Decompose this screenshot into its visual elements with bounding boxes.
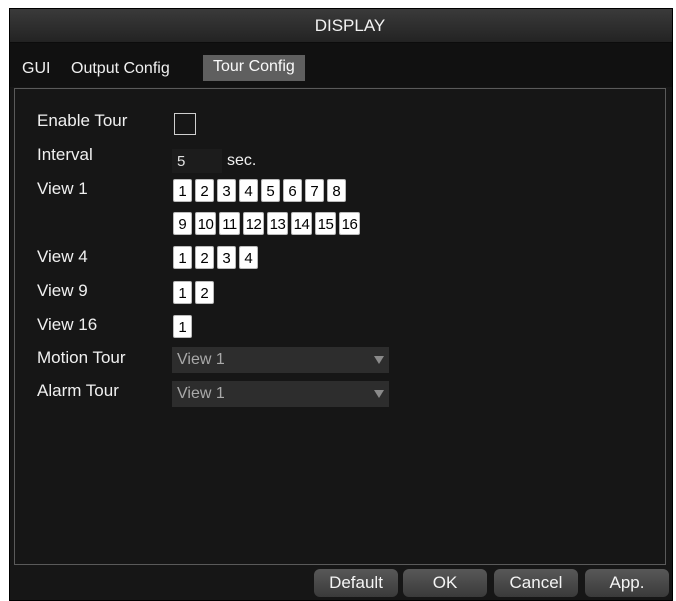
view1-channel-button[interactable]: 14 (291, 212, 312, 235)
alarm-tour-select[interactable]: View 1 (172, 381, 389, 407)
apply-button[interactable]: App. (585, 569, 669, 597)
tab-tour-config[interactable]: Tour Config (203, 55, 305, 81)
view1-channel-button[interactable]: 2 (195, 179, 214, 202)
tab-output-config[interactable]: Output Config (71, 57, 170, 81)
view1-channel-button[interactable]: 7 (305, 179, 324, 202)
interval-input[interactable]: 5 (172, 149, 222, 173)
interval-label: Interval (37, 145, 93, 164)
view1-channel-button[interactable]: 10 (195, 212, 216, 235)
view1-channel-button[interactable]: 8 (327, 179, 346, 202)
alarm-tour-label: Alarm Tour (37, 381, 119, 400)
view1-channel-button[interactable]: 5 (261, 179, 280, 202)
view16-channels: 1 (173, 315, 195, 338)
view1-channels-row2: 9 10 11 12 13 14 15 16 (173, 212, 363, 235)
view4-label: View 4 (37, 247, 88, 266)
view1-channel-button[interactable]: 13 (267, 212, 288, 235)
view4-channel-button[interactable]: 3 (217, 246, 236, 269)
chevron-down-icon (374, 356, 384, 364)
default-button[interactable]: Default (314, 569, 398, 597)
display-window: DISPLAY GUI Output Config Tour Config En… (9, 8, 673, 601)
view1-channel-button[interactable]: 1 (173, 179, 192, 202)
window-titlebar: DISPLAY (10, 9, 672, 43)
view9-channel-button[interactable]: 1 (173, 281, 192, 304)
view9-label: View 9 (37, 281, 88, 300)
view1-channel-button[interactable]: 6 (283, 179, 302, 202)
view4-channel-button[interactable]: 2 (195, 246, 214, 269)
view1-channel-button[interactable]: 4 (239, 179, 258, 202)
view1-label: View 1 (37, 179, 88, 198)
view1-channel-button[interactable]: 16 (339, 212, 360, 235)
view4-channels: 1 2 3 4 (173, 246, 261, 269)
view9-channel-button[interactable]: 2 (195, 281, 214, 304)
view9-channels: 1 2 (173, 281, 217, 304)
window-title: DISPLAY (314, 16, 386, 35)
interval-unit: sec. (227, 152, 257, 169)
view1-channel-button[interactable]: 9 (173, 212, 192, 235)
motion-tour-label: Motion Tour (37, 348, 126, 367)
view1-channel-button[interactable]: 15 (315, 212, 336, 235)
enable-tour-label: Enable Tour (37, 111, 128, 130)
view1-channel-button[interactable]: 11 (219, 212, 240, 235)
ok-button[interactable]: OK (403, 569, 487, 597)
motion-tour-select[interactable]: View 1 (172, 347, 389, 373)
view1-channel-button[interactable]: 3 (217, 179, 236, 202)
view1-channels-row1: 1 2 3 4 5 6 7 8 (173, 179, 349, 202)
tab-bar: GUI Output Config Tour Config (10, 43, 672, 87)
view4-channel-button[interactable]: 1 (173, 246, 192, 269)
cancel-button[interactable]: Cancel (494, 569, 578, 597)
view1-channel-button[interactable]: 12 (243, 212, 264, 235)
tour-config-panel (14, 88, 666, 565)
view16-channel-button[interactable]: 1 (173, 315, 192, 338)
alarm-tour-value: View 1 (177, 385, 225, 402)
view4-channel-button[interactable]: 4 (239, 246, 258, 269)
tab-gui[interactable]: GUI (22, 57, 50, 81)
chevron-down-icon (374, 390, 384, 398)
enable-tour-checkbox[interactable] (174, 113, 196, 135)
motion-tour-value: View 1 (177, 351, 225, 368)
view16-label: View 16 (37, 315, 98, 334)
